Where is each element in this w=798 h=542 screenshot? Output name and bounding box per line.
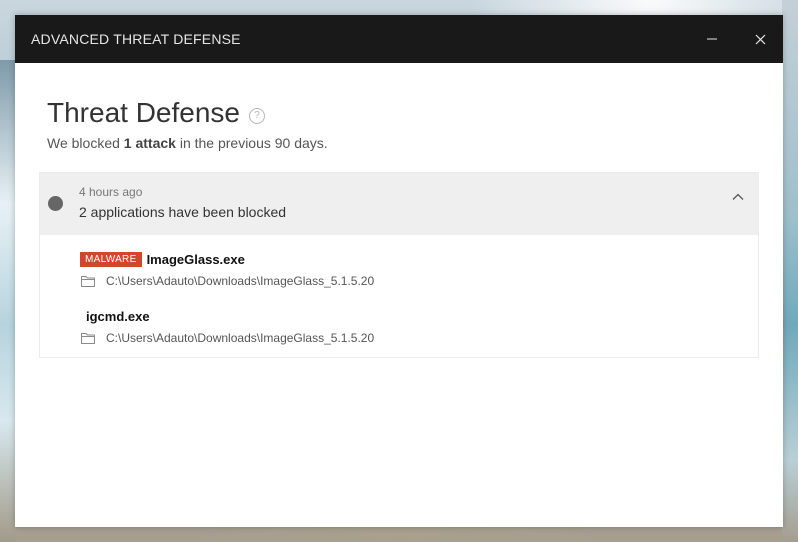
app-path: C:\Users\Adauto\Downloads\ImageGlass_5.1… (106, 331, 375, 345)
app-path-row: C:\Users\Adauto\Downloads\ImageGlass_5.1… (80, 331, 758, 345)
app-name: igcmd.exe (86, 308, 150, 324)
window-title: ADVANCED THREAT DEFENSE (31, 31, 241, 47)
close-button[interactable] (737, 15, 783, 63)
wallpaper-right-edge (782, 0, 798, 542)
wallpaper-left-edge (0, 60, 16, 542)
blocked-app-item: MALWARE ImageGlass.exe C:\Users\Adauto\D… (80, 249, 758, 288)
app-name-row: MALWARE ImageGlass.exe (80, 249, 758, 269)
chevron-up-icon[interactable] (731, 190, 745, 204)
folder-icon (81, 276, 95, 287)
event-details: MALWARE ImageGlass.exe C:\Users\Adauto\D… (40, 235, 758, 357)
app-name-row: igcmd.exe (80, 306, 758, 326)
heading-row: Threat Defense ? (47, 97, 759, 129)
summary-suffix: in the previous 90 days. (175, 135, 328, 151)
malware-badge: MALWARE (80, 251, 142, 267)
blocked-event-card: 4 hours ago 2 applications have been blo… (39, 172, 759, 358)
app-path: C:\Users\Adauto\Downloads\ImageGlass_5.1… (106, 274, 375, 288)
desktop-background: ADVANCED THREAT DEFENSE Threat Defense ?… (0, 0, 798, 542)
main-content: Threat Defense ? We blocked 1 attack in … (15, 97, 783, 358)
minimize-button[interactable] (689, 15, 735, 63)
status-dot-icon (48, 196, 63, 211)
event-description: 2 applications have been blocked (79, 204, 287, 220)
folder-icon (81, 333, 95, 344)
event-header[interactable]: 4 hours ago 2 applications have been blo… (40, 173, 758, 235)
app-name: ImageGlass.exe (146, 251, 245, 267)
threat-defense-window: ADVANCED THREAT DEFENSE Threat Defense ?… (15, 15, 783, 527)
page-title: Threat Defense (47, 97, 240, 128)
help-icon[interactable]: ? (249, 107, 265, 124)
blocked-app-item: igcmd.exe C:\Users\Adauto\Downloads\Imag… (80, 306, 758, 345)
close-icon (755, 34, 765, 44)
title-bar[interactable]: ADVANCED THREAT DEFENSE (15, 15, 783, 63)
app-path-row: C:\Users\Adauto\Downloads\ImageGlass_5.1… (80, 274, 758, 288)
summary-prefix: We blocked (47, 135, 124, 151)
minimize-icon (707, 38, 717, 40)
event-time: 4 hours ago (79, 185, 143, 199)
blocked-summary: We blocked 1 attack in the previous 90 d… (47, 135, 759, 151)
summary-count: 1 attack (123, 135, 176, 151)
